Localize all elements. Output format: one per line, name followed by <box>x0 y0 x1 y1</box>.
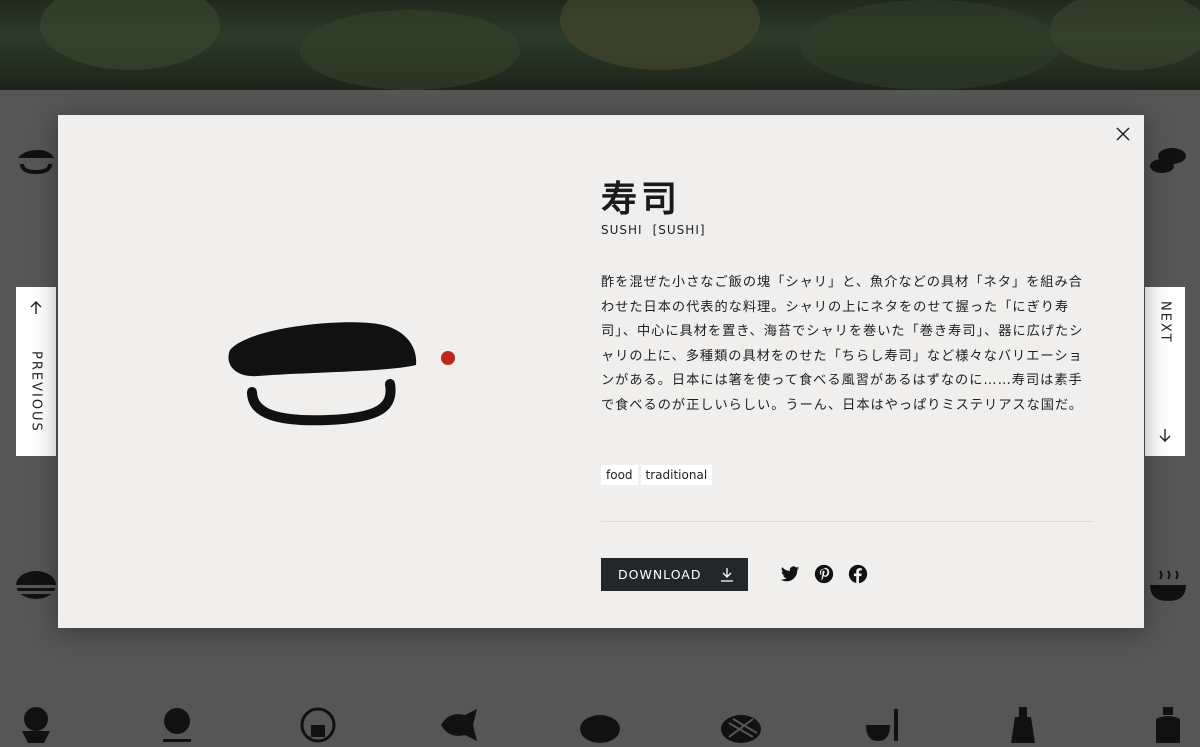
facebook-icon[interactable] <box>848 564 868 584</box>
divider <box>601 521 1094 522</box>
tag-traditional[interactable]: traditional <box>640 465 713 485</box>
ramen-bowl-icon[interactable] <box>1146 563 1190 607</box>
sake-bottle-icon[interactable] <box>1001 703 1045 747</box>
download-label: DOWNLOAD <box>618 567 702 582</box>
tag-food[interactable]: food <box>601 465 638 485</box>
flower-wagashi-icon[interactable] <box>155 703 199 747</box>
download-button[interactable]: DOWNLOAD <box>601 558 748 591</box>
previous-button[interactable]: PREVIOUS <box>16 287 56 456</box>
rice-ball-icon[interactable] <box>296 703 340 747</box>
manju-icon[interactable] <box>578 703 622 747</box>
detail-modal: 寿司 SUSHI [SUSHI] 酢を混ぜた小さなご飯の塊「シャリ」と、魚介などの… <box>58 115 1144 628</box>
item-romaji: SUSHI [SUSHI] <box>601 223 706 237</box>
mochi-icon[interactable] <box>1146 140 1190 184</box>
next-button[interactable]: NEXT <box>1145 287 1185 456</box>
previous-label: PREVIOUS <box>28 351 44 433</box>
matcha-icon[interactable] <box>860 703 904 747</box>
nigiri-sushi-illustration <box>228 322 455 426</box>
close-icon <box>1116 127 1130 141</box>
onigiri-icon[interactable] <box>14 563 58 607</box>
close-button[interactable] <box>1112 123 1134 145</box>
hero-photo-background <box>0 0 1200 90</box>
romaji-alt-text: [SUSHI] <box>652 223 706 237</box>
shaved-ice-icon[interactable] <box>14 703 58 747</box>
twitter-icon[interactable] <box>780 564 800 584</box>
tag-list: food traditional <box>601 465 713 485</box>
item-title: 寿司 <box>601 179 682 220</box>
taiyaki-icon[interactable] <box>437 703 481 747</box>
arrow-down-icon <box>1159 429 1171 442</box>
jar-icon[interactable] <box>1146 703 1190 747</box>
arrow-up-icon <box>30 301 42 314</box>
next-label: NEXT <box>1157 301 1173 344</box>
download-icon <box>721 568 733 582</box>
pinterest-icon[interactable] <box>814 564 834 584</box>
melon-pan-icon[interactable] <box>719 703 763 747</box>
item-description: 酢を混ぜた小さなご飯の塊「シャリ」と、魚介などの具材「ネタ」を組み合わせた日本の… <box>601 275 1084 413</box>
sushi-icon[interactable] <box>14 140 58 184</box>
romaji-text: SUSHI <box>601 223 643 237</box>
